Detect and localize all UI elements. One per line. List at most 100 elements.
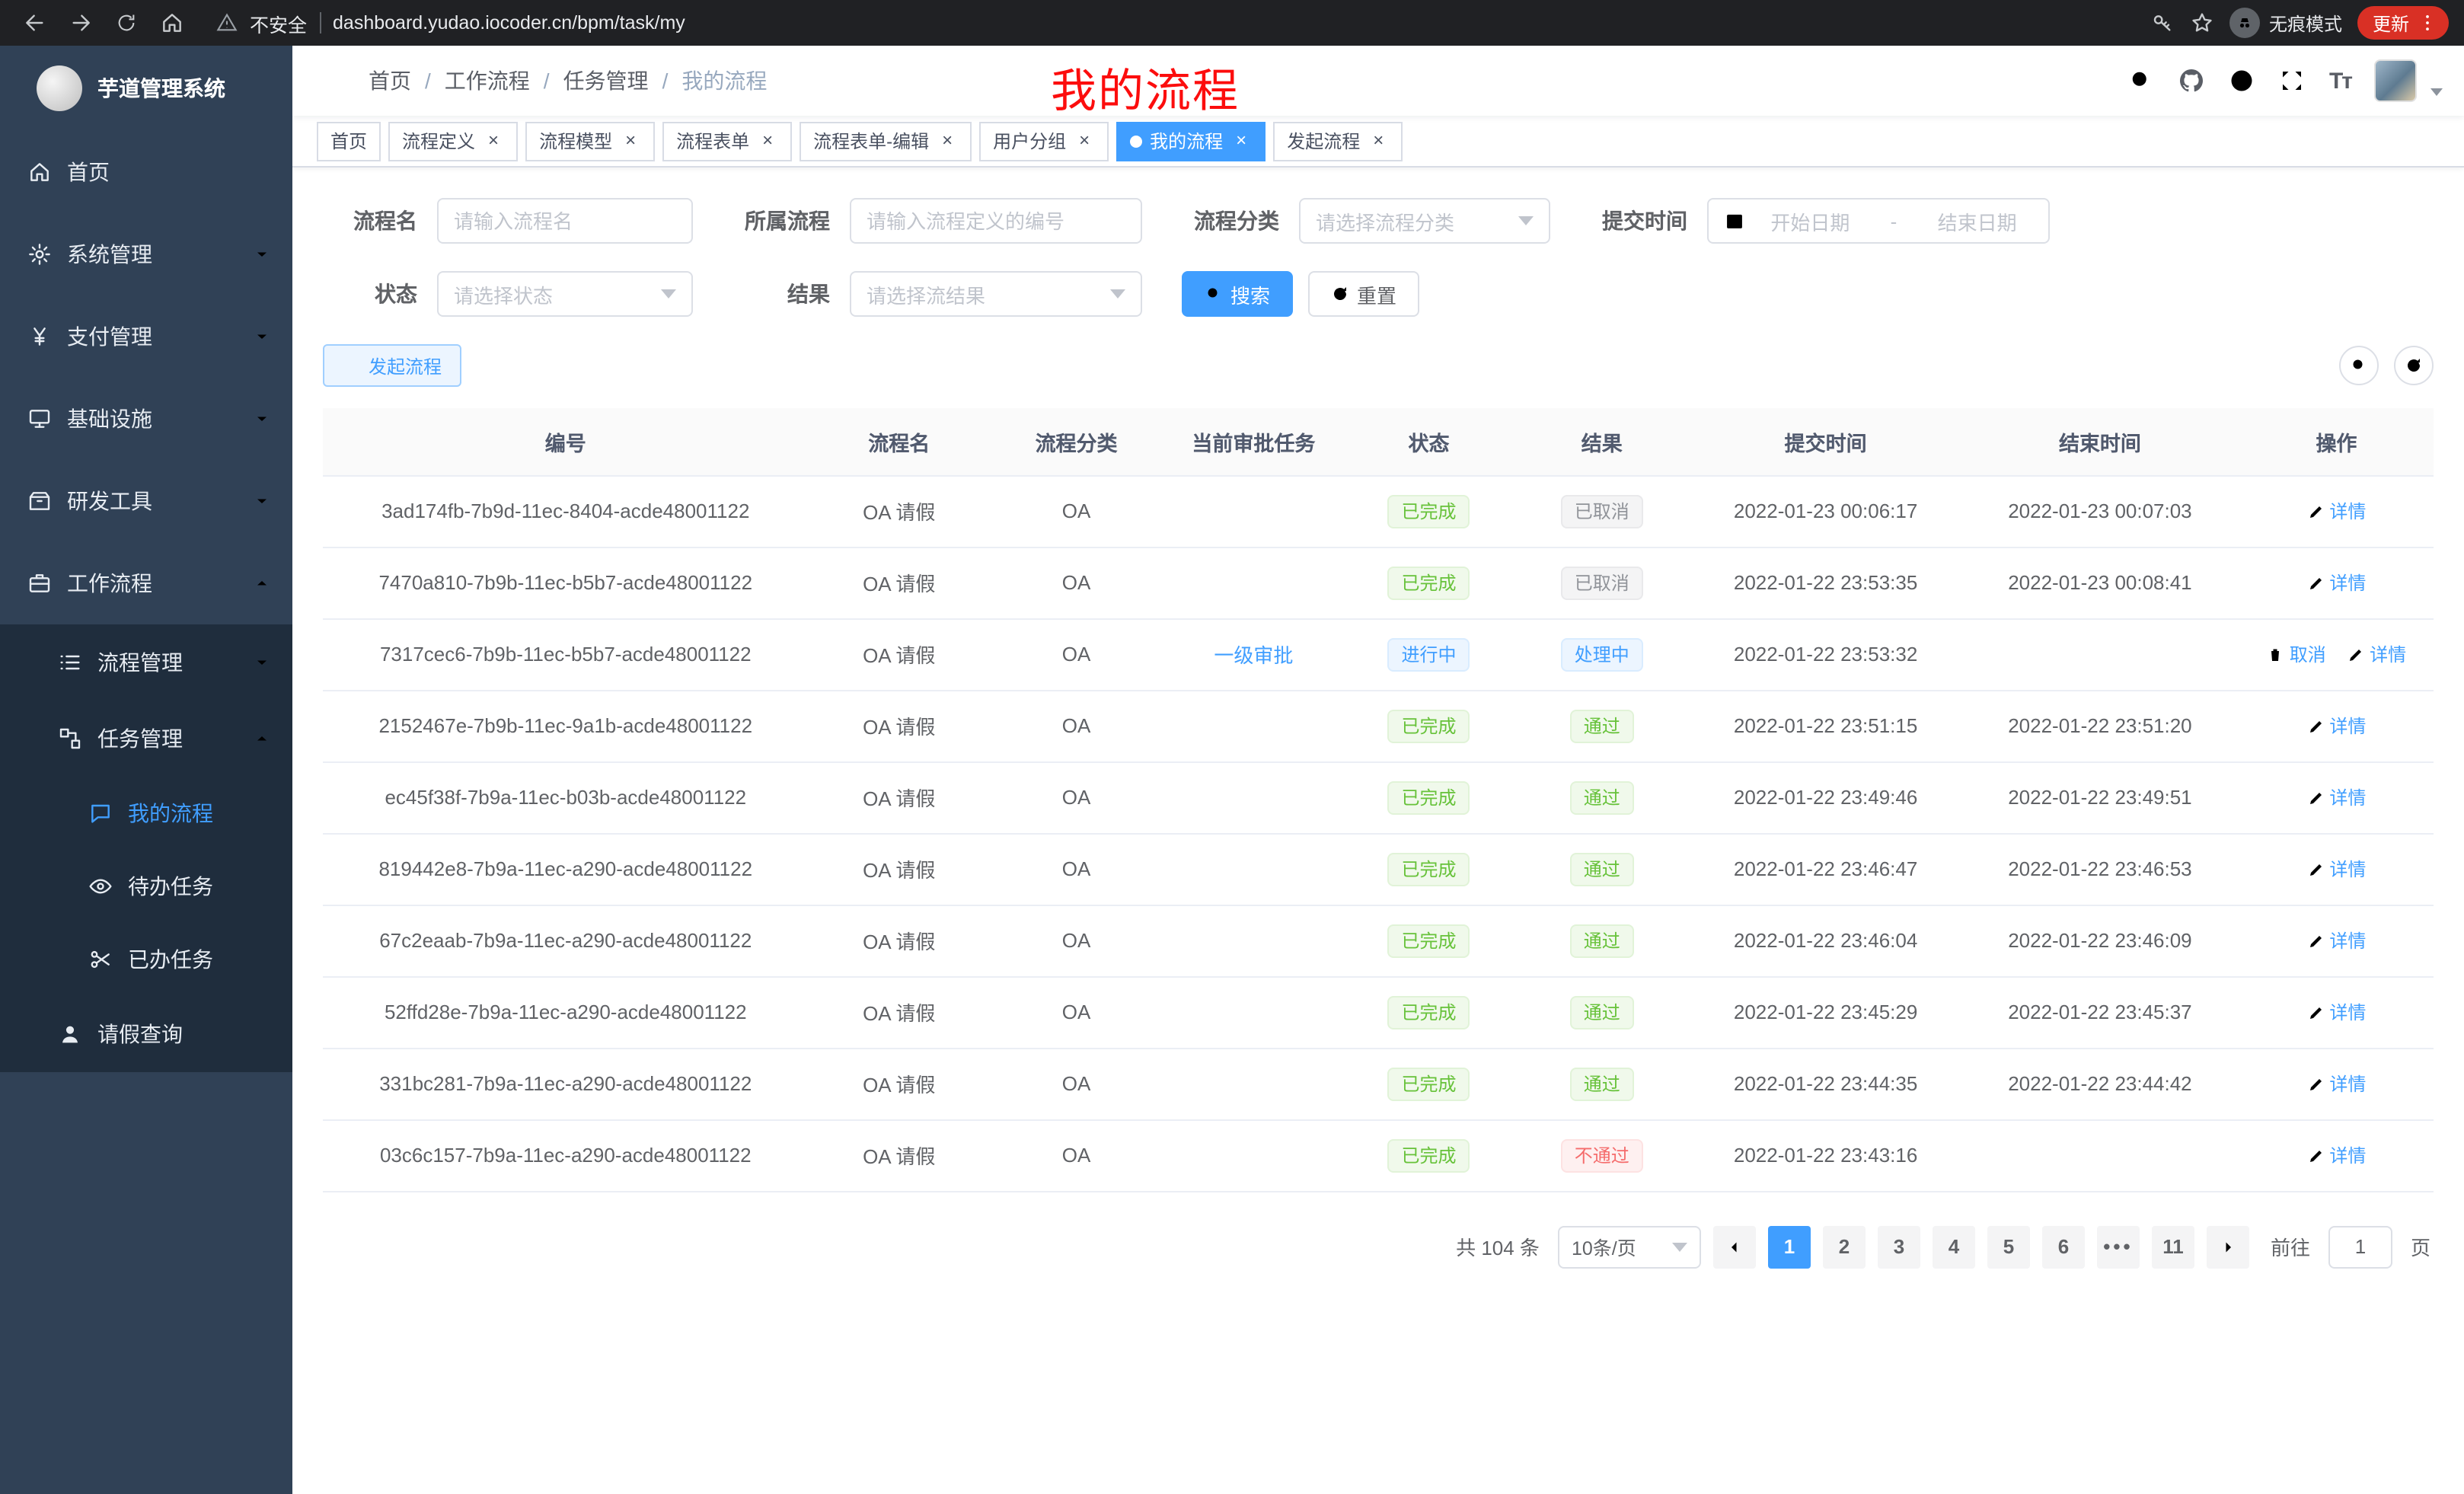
tab-process-form[interactable]: 流程表单×	[662, 121, 792, 161]
process-name-input[interactable]	[437, 198, 693, 244]
detail-button[interactable]: 详情	[2306, 784, 2366, 810]
detail-button[interactable]: 详情	[2347, 641, 2406, 667]
sidebar-item-devtools[interactable]: 研发工具	[0, 460, 292, 542]
sidebar-item-process-mgmt[interactable]: 流程管理	[0, 624, 292, 701]
sidebar-item-done-task[interactable]: 已办任务	[0, 923, 292, 996]
fullscreen-icon[interactable]	[2279, 67, 2306, 94]
category-select[interactable]: 请选择流程分类	[1299, 198, 1550, 244]
filter-result: 结果 请选择流结果	[732, 271, 1142, 317]
next-page-button[interactable]	[2207, 1225, 2249, 1268]
detail-button[interactable]: 详情	[2306, 856, 2366, 882]
sidebar-item-system[interactable]: 系统管理	[0, 213, 292, 295]
status-select[interactable]: 请选择状态	[437, 271, 693, 317]
close-icon[interactable]: ×	[1368, 130, 1389, 152]
detail-button[interactable]: 详情	[2306, 570, 2366, 595]
address-bar[interactable]: 不安全 dashboard.yudao.iocoder.cn/bpm/task/…	[216, 8, 2129, 37]
current-task	[1163, 905, 1344, 976]
process-definition-input[interactable]	[850, 198, 1142, 244]
prev-page-button[interactable]	[1713, 1225, 1756, 1268]
tab-process-model[interactable]: 流程模型×	[525, 121, 655, 161]
sidebar-item-task-mgmt[interactable]: 任务管理	[0, 701, 292, 777]
page-button-2[interactable]: 2	[1823, 1225, 1866, 1268]
current-task	[1163, 1048, 1344, 1119]
url-text[interactable]: dashboard.yudao.iocoder.cn/bpm/task/my	[333, 12, 685, 34]
tab-home[interactable]: 首页	[317, 121, 381, 161]
browser-reload-icon[interactable]	[107, 3, 146, 43]
detail-button[interactable]: 详情	[2306, 1071, 2366, 1097]
refresh-table-button[interactable]	[2394, 346, 2434, 385]
chevron-down-icon	[1110, 289, 1125, 298]
close-icon[interactable]: ×	[483, 130, 504, 152]
reset-button[interactable]: 重置	[1308, 271, 1419, 317]
result-select[interactable]: 请选择流结果	[850, 271, 1142, 317]
avatar-caret-icon[interactable]	[2430, 88, 2443, 95]
security-label[interactable]: 不安全	[250, 8, 307, 37]
page-button-3[interactable]: 3	[1878, 1225, 1920, 1268]
current-task-link[interactable]: 一级审批	[1214, 644, 1293, 667]
filter-category: 流程分类 请选择流程分类	[1182, 198, 1550, 244]
close-icon[interactable]: ×	[1074, 130, 1095, 152]
browser-forward-icon[interactable]	[61, 3, 101, 43]
page-button-5[interactable]: 5	[1987, 1225, 2030, 1268]
tab-process-form-edit[interactable]: 流程表单-编辑×	[800, 121, 972, 161]
github-icon[interactable]	[2178, 67, 2206, 94]
scissors-icon	[88, 947, 113, 972]
close-icon[interactable]: ×	[620, 130, 641, 152]
sidebar-item-infra[interactable]: 基础设施	[0, 378, 292, 460]
browser-actions: 无痕模式 更新	[2150, 6, 2449, 40]
total-count: 共 104 条	[1456, 1232, 1540, 1261]
update-button[interactable]: 更新	[2357, 6, 2449, 40]
detail-button[interactable]: 详情	[2306, 927, 2366, 953]
page-size-select[interactable]: 10条/页	[1558, 1225, 1701, 1268]
detail-button[interactable]: 详情	[2306, 1142, 2366, 1168]
search-icon[interactable]	[2128, 67, 2156, 94]
breadcrumb-home[interactable]: 首页	[369, 65, 411, 96]
detail-button[interactable]: 详情	[2306, 498, 2366, 524]
breadcrumb-task-mgmt[interactable]: 任务管理	[563, 65, 649, 96]
sidebar-item-home[interactable]: 首页	[0, 131, 292, 213]
breadcrumb: 首页 / 工作流程 / 任务管理 / 我的流程	[369, 65, 767, 96]
status-badge: 已完成	[1387, 1067, 1470, 1100]
more-pages-button[interactable]: •••	[2097, 1225, 2140, 1268]
tab-start-process[interactable]: 发起流程×	[1273, 121, 1403, 161]
sidebar-item-my-process[interactable]: 我的流程	[0, 777, 292, 850]
hamburger-icon[interactable]	[317, 67, 344, 94]
date-range-picker[interactable]: 开始日期 - 结束日期	[1707, 198, 2050, 244]
end-time: 2022-01-22 23:49:51	[1961, 761, 2239, 833]
browser-back-icon[interactable]	[15, 3, 55, 43]
show-search-button[interactable]	[2339, 346, 2379, 385]
submit-time: 2022-01-23 00:06:17	[1690, 475, 1961, 547]
page-button-11[interactable]: 11	[2152, 1225, 2194, 1268]
logo[interactable]: 芋道管理系统	[0, 46, 292, 131]
tab-process-definition[interactable]: 流程定义×	[388, 121, 518, 161]
close-icon[interactable]: ×	[1230, 130, 1252, 152]
page-jump-input[interactable]	[2328, 1225, 2392, 1268]
sidebar-item-workflow[interactable]: 工作流程	[0, 542, 292, 624]
submit-time: 2022-01-22 23:45:29	[1690, 976, 1961, 1048]
sidebar-item-todo-task[interactable]: 待办任务	[0, 850, 292, 923]
help-icon[interactable]	[2229, 67, 2256, 94]
browser-home-icon[interactable]	[152, 3, 192, 43]
font-size-icon[interactable]: Tт	[2329, 68, 2351, 94]
bookmark-star-icon[interactable]	[2190, 11, 2214, 35]
cancel-button[interactable]: 取消	[2267, 641, 2326, 667]
search-button[interactable]: 搜索	[1182, 271, 1293, 317]
tab-user-group[interactable]: 用户分组×	[979, 121, 1109, 161]
detail-button[interactable]: 详情	[2306, 713, 2366, 739]
close-icon[interactable]: ×	[757, 130, 778, 152]
page-button-4[interactable]: 4	[1933, 1225, 1975, 1268]
page-button-6[interactable]: 6	[2042, 1225, 2085, 1268]
browser-menu-icon[interactable]	[2417, 12, 2438, 34]
close-icon[interactable]: ×	[937, 130, 958, 152]
password-key-icon[interactable]	[2150, 11, 2175, 35]
page-button-1[interactable]: 1	[1768, 1225, 1811, 1268]
user-avatar[interactable]	[2374, 59, 2417, 102]
process-category: OA	[990, 690, 1163, 761]
sidebar-item-leave-query[interactable]: 请假查询	[0, 996, 292, 1072]
submit-time: 2022-01-22 23:51:15	[1690, 690, 1961, 761]
breadcrumb-workflow[interactable]: 工作流程	[445, 65, 530, 96]
sidebar-item-payment[interactable]: 支付管理	[0, 295, 292, 378]
detail-button[interactable]: 详情	[2306, 999, 2366, 1025]
start-process-button[interactable]: 发起流程	[323, 344, 461, 387]
tab-my-process[interactable]: 我的流程×	[1116, 121, 1266, 161]
